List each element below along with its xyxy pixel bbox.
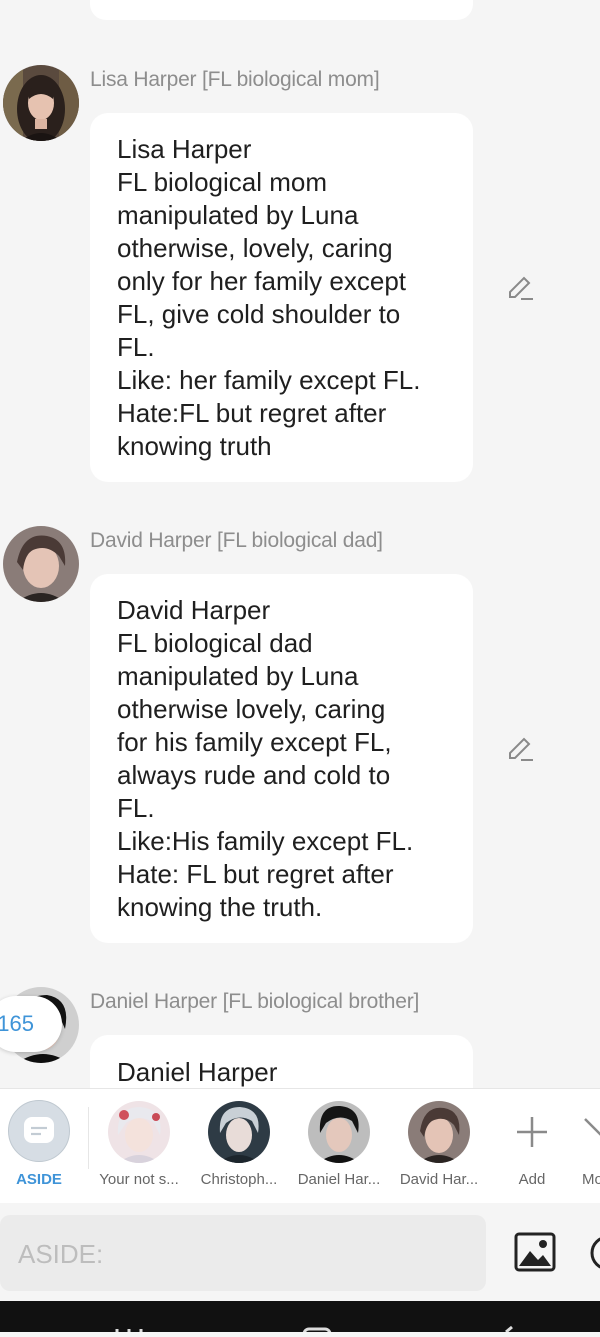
avatar <box>308 1101 370 1163</box>
character-label: ASIDE <box>16 1171 62 1188</box>
message-input[interactable] <box>0 1215 480 1293</box>
character-daniel-har[interactable]: Daniel Har... <box>289 1089 389 1203</box>
avatar <box>108 1101 170 1163</box>
message-line: FL. <box>117 793 155 823</box>
character-aside[interactable]: ASIDE <box>0 1089 89 1203</box>
avatar <box>408 1101 470 1163</box>
sender-name: Lisa Harper [FL biological mom] <box>90 68 380 91</box>
aside-avatar <box>8 1100 70 1162</box>
message-bubble: Lisa Harper FL biological mom manipulate… <box>90 113 473 482</box>
message-line: otherwise, lovely, caring <box>117 233 393 263</box>
message-line: David Harper <box>117 595 271 625</box>
message-line: Lisa Harper <box>117 134 252 164</box>
message-line: only for her family except <box>117 266 407 296</box>
chevron-icon <box>581 1101 600 1163</box>
avatar[interactable] <box>3 526 79 602</box>
more-options-icon[interactable] <box>588 1233 600 1273</box>
system-navigation-bar <box>0 1301 600 1337</box>
chat-area[interactable]: Lisa Harper [FL biological mom] Lisa Har… <box>0 0 600 1088</box>
character-david-har[interactable]: David Har... <box>389 1089 489 1203</box>
edit-pencil-icon[interactable] <box>505 734 535 764</box>
message-line: manipulated by Luna <box>117 661 359 691</box>
character-selector-bar: ASIDE Your not s... Christoph... Daniel … <box>0 1088 600 1204</box>
input-area <box>0 1203 600 1301</box>
character-label: Christoph... <box>200 1171 278 1188</box>
message-line: for his family except FL, <box>117 727 392 757</box>
message-line: always rude and cold to <box>117 760 391 790</box>
edit-pencil-icon[interactable] <box>505 273 535 303</box>
message-input-container <box>0 1215 486 1293</box>
character-christoph[interactable]: Christoph... <box>189 1089 289 1203</box>
message-line: Like: her family except FL. <box>117 365 421 395</box>
sender-name: David Harper [FL biological dad] <box>90 529 383 552</box>
plus-icon <box>501 1101 563 1163</box>
character-label: David Har... <box>399 1171 479 1188</box>
message-bubble: Daniel Harper <box>90 1035 473 1088</box>
image-icon[interactable] <box>512 1229 558 1275</box>
avatar <box>208 1101 270 1163</box>
avatar[interactable] <box>3 65 79 141</box>
message-line: FL, give cold shoulder to <box>117 299 401 329</box>
message-line: knowing the truth. <box>117 892 323 922</box>
message-line: knowing truth <box>117 431 272 461</box>
message-counter-badge[interactable]: 165 <box>0 996 62 1052</box>
message-line: Hate:FL but regret after <box>117 398 387 428</box>
message-line: manipulated by Luna <box>117 200 359 230</box>
message-line: FL. <box>117 332 155 362</box>
message-bubble: David Harper FL biological dad manipulat… <box>90 574 473 943</box>
more-button[interactable]: Mo <box>562 1089 600 1203</box>
message-line: Daniel Harper <box>117 1057 278 1087</box>
message-line: Hate: FL but regret after <box>117 859 394 889</box>
character-label: Mo <box>582 1171 600 1188</box>
message-line: Like:His family except FL. <box>117 826 414 856</box>
character-label: Your not s... <box>99 1171 179 1188</box>
message-line: FL biological dad <box>117 628 313 658</box>
character-your-not-s[interactable]: Your not s... <box>89 1089 189 1203</box>
message-line: FL biological mom <box>117 167 328 197</box>
sender-name: Daniel Harper [FL biological brother] <box>90 990 420 1013</box>
message-line: otherwise lovely, caring <box>117 694 386 724</box>
previous-message-bubble <box>90 0 473 20</box>
character-label: Daniel Har... <box>297 1171 381 1188</box>
